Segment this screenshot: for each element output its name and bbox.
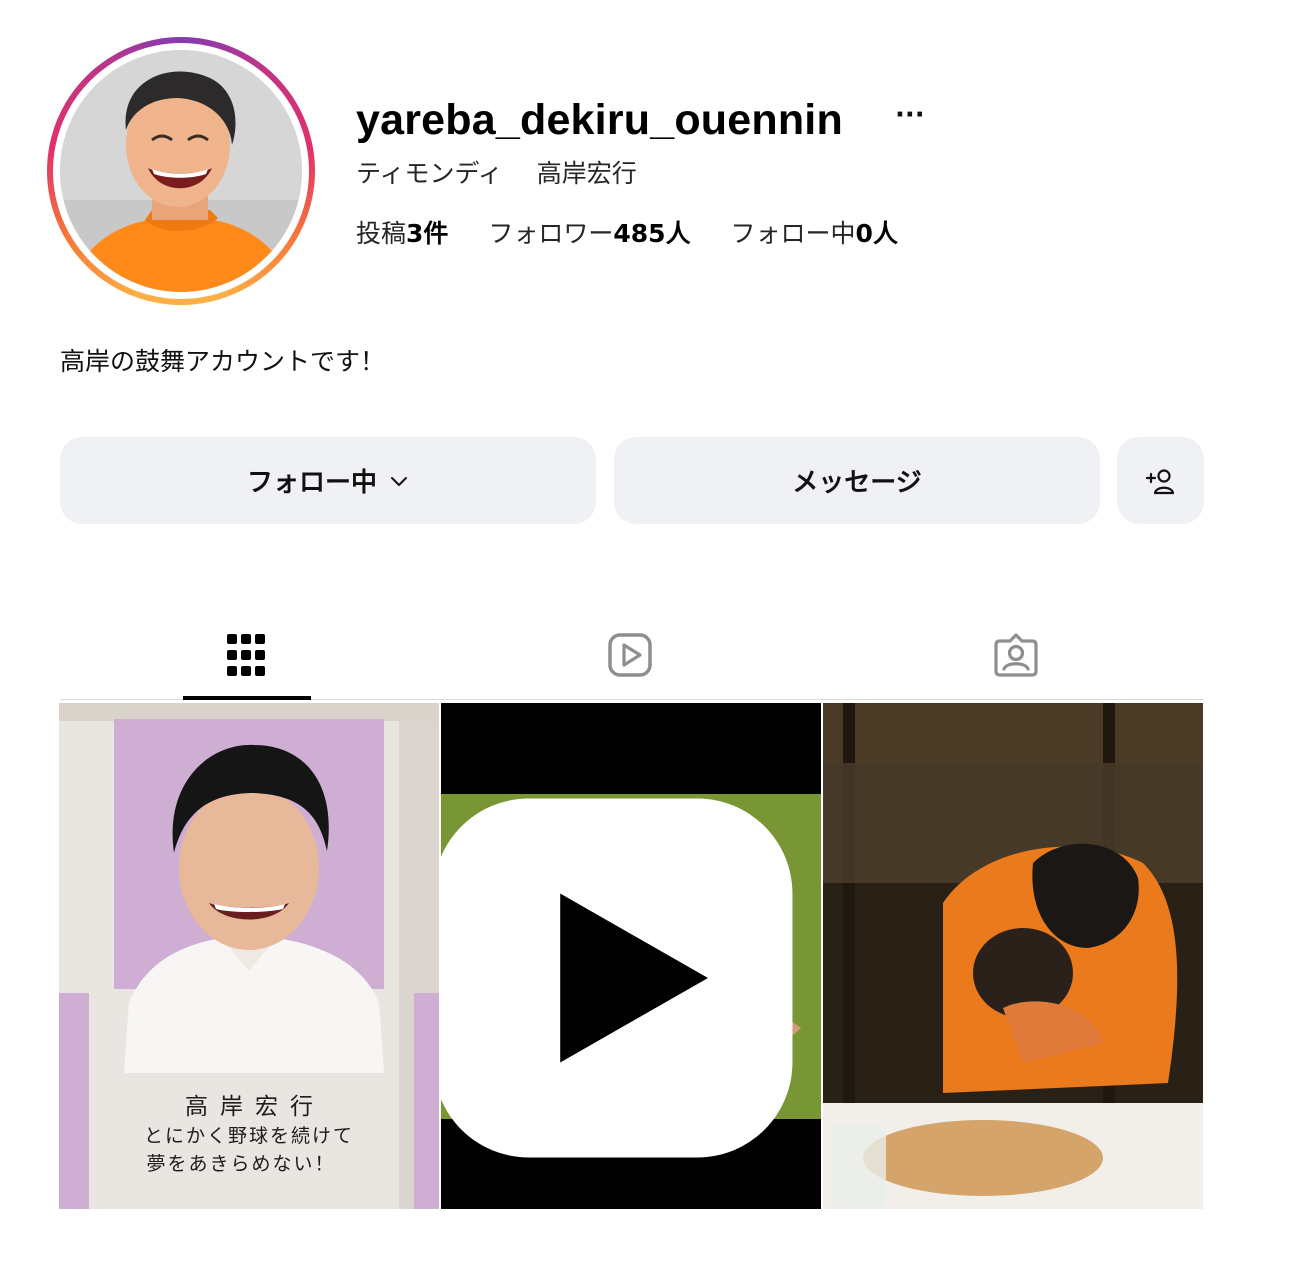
stat-following-value: 0人 [855, 219, 898, 248]
dinner-photo [823, 703, 1203, 1209]
avatar[interactable] [60, 50, 302, 292]
profile-photo [60, 50, 302, 292]
stat-posts[interactable]: 投稿3件 [356, 219, 448, 248]
tab-tagged[interactable] [992, 630, 1040, 680]
message-button[interactable]: メッセージ [614, 437, 1100, 524]
stat-posts-label: 投稿 [356, 219, 407, 248]
tab-reels[interactable] [606, 630, 654, 680]
stat-following-label: フォロー中 [730, 219, 856, 248]
more-options-icon[interactable]: ··· [895, 100, 925, 130]
full-name-group: ティモンディ [356, 159, 503, 188]
post-thumbnail[interactable]: 高岸宏行 とにかく野球を続けて 夢をあきらめない！ [59, 703, 439, 1209]
full-name: ティモンディ 高岸宏行 [356, 157, 637, 191]
yearbook-name: 高岸宏行 [185, 1094, 325, 1120]
username: yareba_dekiru_ouennin [356, 96, 843, 144]
post-thumbnail-reel[interactable] [441, 703, 821, 1209]
stat-followers-label: フォロワー [488, 219, 614, 248]
chevron-down-icon [391, 476, 407, 486]
tagged-user-icon [994, 633, 1038, 677]
stat-followers-value: 485人 [613, 219, 691, 248]
add-person-icon [1145, 468, 1174, 494]
profile-stats: 投稿3件 フォロワー485人 フォロー中0人 [356, 217, 930, 251]
tab-posts[interactable] [222, 630, 270, 680]
following-button[interactable]: フォロー中 [60, 437, 596, 524]
stat-following[interactable]: フォロー中0人 [731, 219, 898, 248]
reels-icon [608, 633, 652, 677]
full-name-person: 高岸宏行 [536, 159, 637, 188]
following-button-label: フォロー中 [246, 468, 377, 498]
stat-followers[interactable]: フォロワー485人 [488, 219, 690, 248]
stat-posts-value: 3件 [406, 219, 449, 248]
post-thumbnail[interactable] [823, 703, 1203, 1209]
yearbook-caption-line2: 夢をあきらめない！ [146, 1153, 336, 1175]
yearbook-caption-line1: とにかく野球を続けて [143, 1125, 354, 1147]
reel-play-icon [441, 798, 793, 1158]
active-tab-indicator [183, 696, 311, 700]
bio: 高岸の鼓舞アカウントです！ [60, 347, 386, 376]
grid-icon [227, 634, 265, 676]
story-ring[interactable] [47, 37, 315, 305]
add-user-button[interactable] [1117, 437, 1204, 524]
message-button-label: メッセージ [792, 468, 922, 498]
